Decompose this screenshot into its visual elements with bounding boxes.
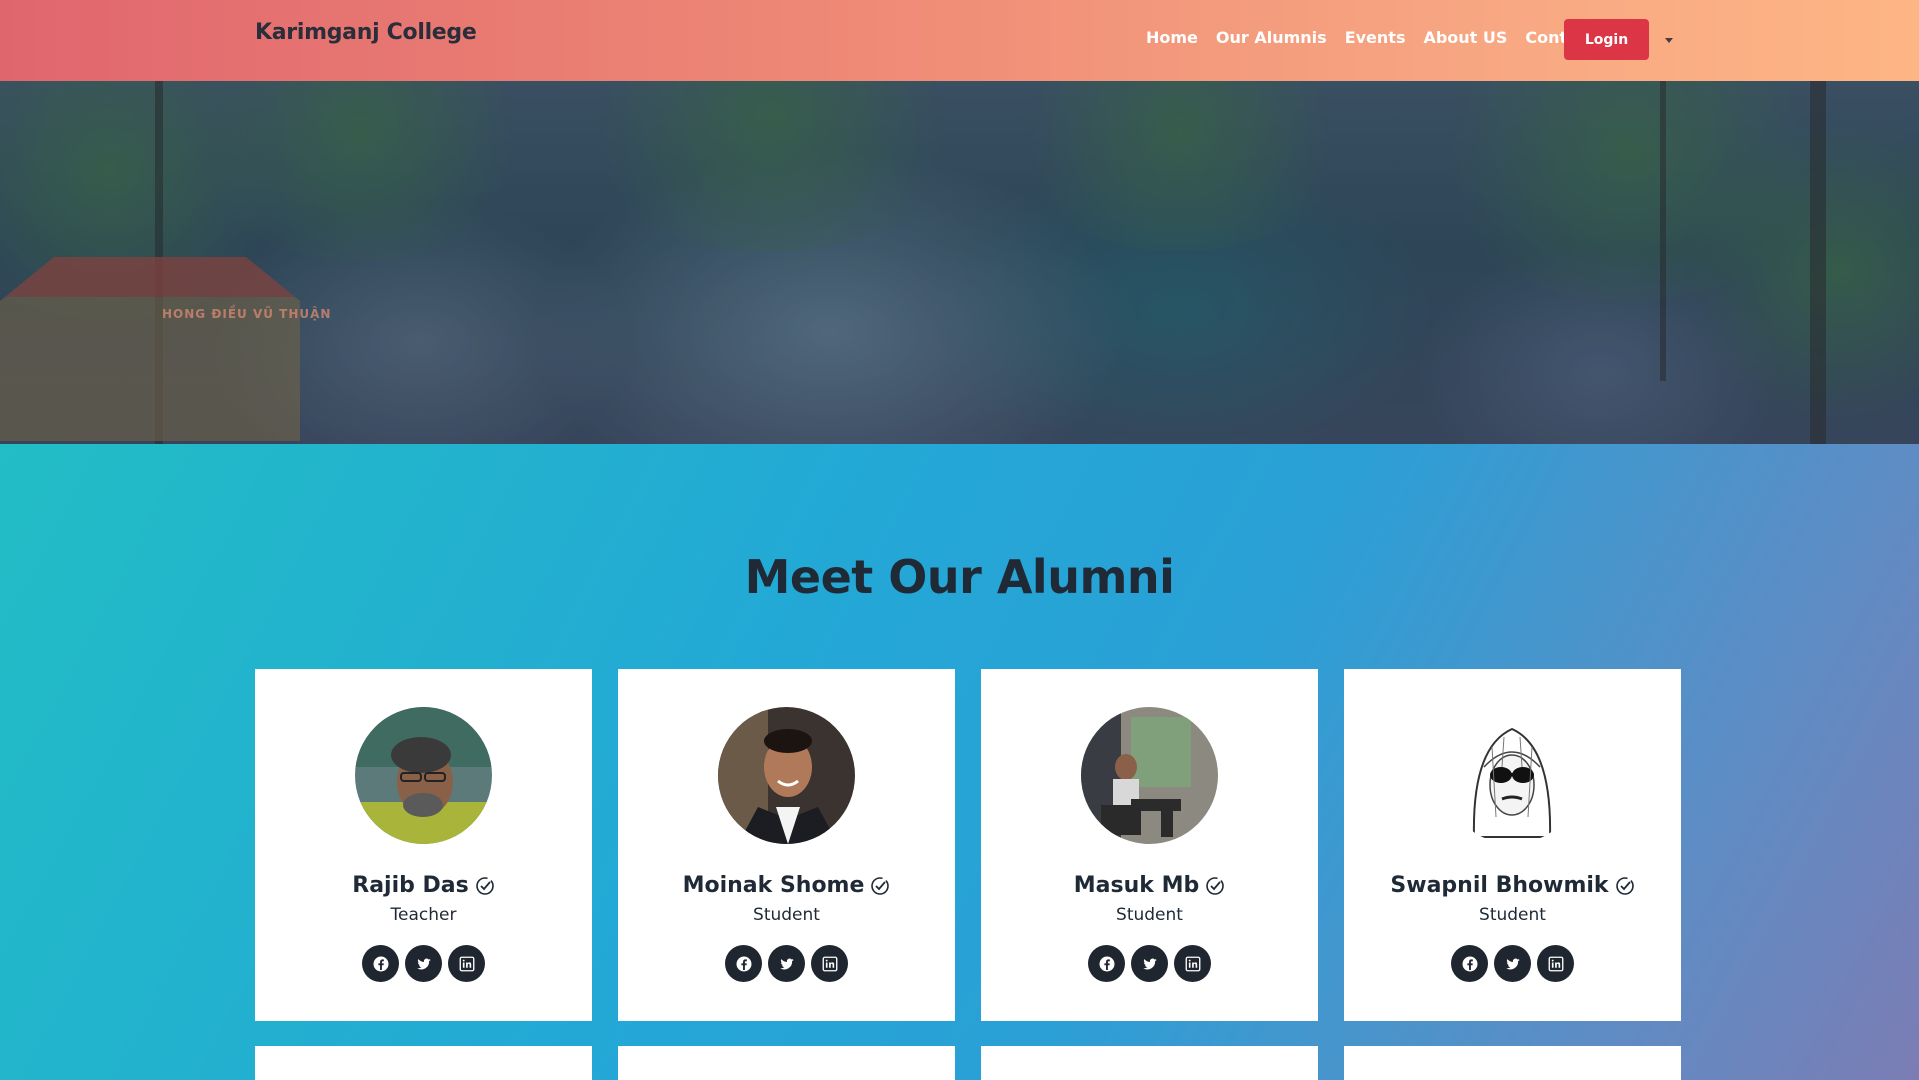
nav-link-events[interactable]: Events	[1345, 28, 1406, 47]
alumni-card: Masuk Mb Student	[981, 669, 1318, 1021]
name-row: Swapnil Bhowmik	[1344, 873, 1681, 898]
alumni-role: Teacher	[390, 905, 457, 925]
twitter-icon[interactable]	[1494, 945, 1531, 982]
social-links	[1344, 945, 1681, 982]
avatar	[1081, 707, 1218, 844]
section-title: Meet Our Alumni	[744, 550, 1175, 604]
alumni-card	[1344, 1046, 1681, 1080]
alumni-card: Rajib Das Teacher	[255, 669, 592, 1021]
alumni-card	[255, 1046, 592, 1080]
facebook-icon[interactable]	[362, 945, 399, 982]
social-links	[618, 945, 955, 982]
alumni-card	[618, 1046, 955, 1080]
alumni-name: Masuk Mb	[1073, 873, 1200, 898]
alumni-card: Moinak Shome Student	[618, 669, 955, 1021]
alumni-card: Swapnil Bhowmik Student	[1344, 669, 1681, 1021]
navbar: Karimganj College Home Our Alumnis Event…	[0, 0, 1919, 81]
verified-check-icon	[1615, 876, 1635, 896]
avatar	[1444, 707, 1581, 844]
linkedin-icon[interactable]	[448, 945, 485, 982]
brand-logo[interactable]: Karimganj College	[255, 20, 477, 45]
hero-overlay	[0, 81, 1919, 444]
twitter-icon[interactable]	[768, 945, 805, 982]
caret-down-icon[interactable]	[1662, 31, 1676, 49]
alumni-name: Moinak Shome	[682, 873, 865, 898]
nav-link-home[interactable]: Home	[1146, 28, 1198, 47]
linkedin-icon[interactable]	[1174, 945, 1211, 982]
login-button[interactable]: Login	[1564, 19, 1649, 60]
verified-check-icon	[475, 876, 495, 896]
name-row: Masuk Mb	[981, 873, 1318, 898]
alumni-section: Meet Our Alumni Rajib Das Teacher Moinak…	[0, 444, 1919, 1080]
nav-link-about-us[interactable]: About US	[1423, 28, 1507, 47]
facebook-icon[interactable]	[725, 945, 762, 982]
hero-banner: HONG ĐIỀU VŨ THUẬN	[0, 81, 1919, 444]
linkedin-icon[interactable]	[1537, 945, 1574, 982]
alumni-role: Student	[1479, 905, 1546, 925]
linkedin-icon[interactable]	[811, 945, 848, 982]
name-row: Moinak Shome	[618, 873, 955, 898]
facebook-icon[interactable]	[1451, 945, 1488, 982]
nav-link-our-alumnis[interactable]: Our Alumnis	[1216, 28, 1327, 47]
alumni-name: Swapnil Bhowmik	[1390, 873, 1609, 898]
alumni-role: Student	[753, 905, 820, 925]
avatar	[355, 707, 492, 844]
alumni-role: Student	[1116, 905, 1183, 925]
name-row: Rajib Das	[255, 873, 592, 898]
alumni-card	[981, 1046, 1318, 1080]
verified-check-icon	[870, 876, 890, 896]
social-links	[255, 945, 592, 982]
verified-check-icon	[1205, 876, 1225, 896]
avatar	[718, 707, 855, 844]
alumni-name: Rajib Das	[352, 873, 469, 898]
facebook-icon[interactable]	[1088, 945, 1125, 982]
twitter-icon[interactable]	[405, 945, 442, 982]
social-links	[981, 945, 1318, 982]
twitter-icon[interactable]	[1131, 945, 1168, 982]
nav-links: Home Our Alumnis Events About US Contact	[1146, 28, 1595, 47]
